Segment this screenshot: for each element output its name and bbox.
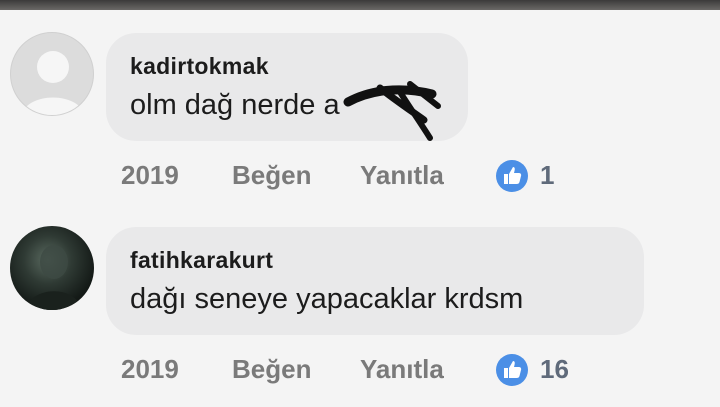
comment-2-reply-button[interactable]: Yanıtla xyxy=(360,354,444,385)
comment-1-text: olm dağ nerde a xyxy=(130,89,340,121)
comment-2-text: dağı seneye yapacaklar krdsm xyxy=(130,283,524,315)
comment-2-avatar[interactable] xyxy=(10,226,94,310)
comment-2-year: 2019 xyxy=(121,354,179,384)
comment-1-like-button[interactable]: Beğen xyxy=(232,160,311,191)
comment-1-reply-button[interactable]: Yanıtla xyxy=(360,160,444,191)
comment-1-avatar[interactable] xyxy=(10,32,94,116)
comment-1-username[interactable]: kadirtokmak xyxy=(130,53,269,80)
top-photo-edge xyxy=(0,0,720,10)
thumbs-up-icon[interactable] xyxy=(496,354,528,386)
scribble-mark xyxy=(343,81,441,141)
comment-2-actions: 2019 Beğen Yanıtla 16 xyxy=(0,350,720,390)
comment-1-year: 2019 xyxy=(121,160,179,190)
person-icon xyxy=(21,51,85,115)
comment-2-bubble: fatihkarakurt dağı seneye yapacaklar krd… xyxy=(106,227,644,335)
comment-2-like-button[interactable]: Beğen xyxy=(232,354,311,385)
comment-1-actions: 2019 Beğen Yanıtla 1 xyxy=(0,156,720,196)
comment-2-like-count: 16 xyxy=(540,354,569,384)
comment-1-like-count: 1 xyxy=(540,160,555,190)
thumbs-up-icon[interactable] xyxy=(496,160,528,192)
profile-photo-icon xyxy=(26,245,82,310)
comment-2-username[interactable]: fatihkarakurt xyxy=(130,247,273,274)
